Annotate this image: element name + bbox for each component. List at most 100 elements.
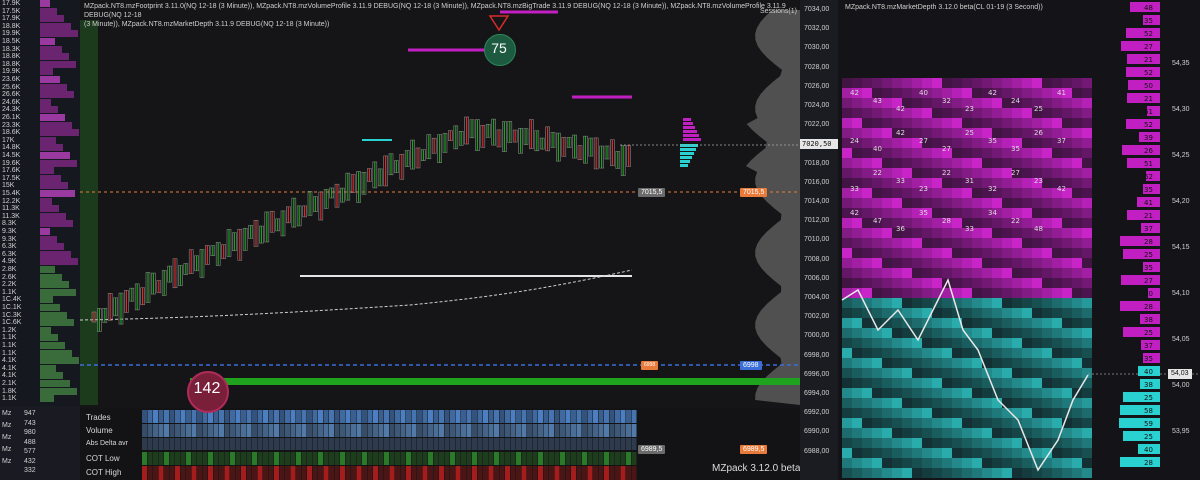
abs-delta-cell <box>428 438 433 450</box>
depth-heat-cell <box>932 428 942 438</box>
depth-heat-cell <box>912 348 922 358</box>
depth-heat-cell <box>842 438 852 448</box>
main-chart-panel[interactable] <box>80 0 800 480</box>
depth-heat-cell <box>862 108 872 118</box>
depth-heat-cell <box>912 148 922 158</box>
cot-high-cell <box>169 466 175 480</box>
depth-heat-cell <box>922 78 932 88</box>
cot-high-cell <box>307 466 312 480</box>
depth-heat-cell <box>1022 458 1032 468</box>
depth-heat-cell <box>852 338 862 348</box>
depth-heat-cell <box>912 158 922 168</box>
depth-heat-cell <box>1072 288 1082 298</box>
trades-cell <box>158 410 164 423</box>
volume-cell <box>571 424 576 437</box>
trades-cell <box>334 410 340 423</box>
depth-heat-cell <box>972 208 982 218</box>
cot-high-cell <box>615 466 620 480</box>
depth-heat-cell <box>1052 448 1062 458</box>
depth-heat-cell <box>1062 218 1072 228</box>
depth-heat-cell <box>932 98 942 108</box>
cot-high-cell <box>252 466 257 480</box>
depth-heat-cell <box>902 208 912 218</box>
price-axis[interactable]: 7034,00 7032,00 7030,00 7028,00 7026,00 7024,… <box>800 0 838 480</box>
cot-high-cell <box>323 466 329 480</box>
abs-delta-cell <box>510 438 516 450</box>
depth-heat-cell <box>912 388 922 398</box>
depth-heat-cell <box>982 168 992 178</box>
depth-heat-cell <box>892 278 902 288</box>
depth-heat-cell <box>902 308 912 318</box>
volume-cell <box>472 424 477 437</box>
cot-low-cell <box>565 452 571 465</box>
abs-delta-cell <box>373 438 378 450</box>
depth-heat-cell <box>902 378 912 388</box>
depth-heat-cell <box>942 308 952 318</box>
cot-low-cell <box>560 452 565 465</box>
volume-cell <box>263 424 268 437</box>
depth-heat-cell <box>962 258 972 268</box>
depth-ladder-bar <box>1120 405 1160 415</box>
ladder-volume-bar <box>40 114 65 121</box>
volume-cell <box>549 424 554 437</box>
depth-ladder-value: 28 <box>1144 303 1153 311</box>
depth-heat-cell <box>952 348 962 358</box>
depth-heat-cell <box>972 188 982 198</box>
depth-heat-cell <box>1032 188 1042 198</box>
ladder-volume-bar <box>40 53 69 61</box>
volume-cell <box>202 424 208 437</box>
depth-heat-cell <box>942 448 952 458</box>
depth-number: 33 <box>850 185 859 193</box>
depth-heat-cell <box>1042 138 1052 148</box>
cot-low-cell <box>301 452 307 465</box>
market-depth-canvas[interactable]: 4835522721525021615239265162354121372825… <box>838 0 1200 480</box>
depth-heat-cell <box>1042 368 1052 378</box>
depth-heat-cell <box>972 88 982 98</box>
depth-heat-cell <box>952 198 962 208</box>
depth-heat-cell <box>942 468 952 478</box>
depth-heat-cell <box>1082 178 1092 188</box>
cot-low-cell <box>466 452 472 465</box>
cot-low-cell <box>373 452 378 465</box>
depth-heat-cell <box>1042 198 1052 208</box>
depth-ladder-bar <box>1123 249 1160 259</box>
big-trade-value-top: 75 <box>491 40 507 56</box>
depth-heat-cell <box>892 358 902 368</box>
depth-heat-cell <box>882 338 892 348</box>
depth-heat-cell <box>952 378 962 388</box>
depth-heat-cell <box>1032 318 1042 328</box>
mini-profile-ask <box>683 130 697 133</box>
depth-heat-cell <box>942 388 952 398</box>
footprint-chart-canvas[interactable] <box>80 0 800 480</box>
depth-ladder-bar <box>1120 236 1160 246</box>
depth-heat-cell <box>1062 288 1072 298</box>
ladder-volume-bar <box>40 243 64 251</box>
cot-high-cell <box>604 466 609 480</box>
cot-low-cell <box>285 452 290 465</box>
trades-cell <box>219 410 224 423</box>
depth-heat-cell <box>972 118 982 128</box>
depth-heat-cell <box>952 268 962 278</box>
depth-heat-cell <box>892 348 902 358</box>
depth-heat-cell <box>932 138 942 148</box>
depth-heat-cell <box>892 368 902 378</box>
trades-cell <box>378 410 384 423</box>
depth-heat-cell <box>1002 228 1012 238</box>
volume-cell <box>499 424 505 437</box>
depth-heat-cell <box>892 208 902 218</box>
market-depth-panel[interactable]: 48 35 52 27 21 52 50 21 61 52 39 26 51 62 35 41 21 37 28 25… <box>838 0 1200 480</box>
cot-low-cell <box>224 452 230 465</box>
abs-delta-cell <box>571 438 576 450</box>
depth-axis-tick: 53,95 <box>1172 428 1190 435</box>
ladder-volume-bar <box>40 98 51 106</box>
depth-heat-cell <box>862 318 872 328</box>
depth-number: 28 <box>942 217 951 225</box>
depth-heat-cell <box>1022 378 1032 388</box>
trades-cell <box>444 410 450 423</box>
depth-heat-cell <box>1062 388 1072 398</box>
volume-cell <box>230 424 235 437</box>
ladder-volume-bar <box>40 319 74 327</box>
depth-heat-cell <box>892 268 902 278</box>
abs-delta-cell <box>477 438 483 450</box>
volume-cell <box>329 424 334 437</box>
